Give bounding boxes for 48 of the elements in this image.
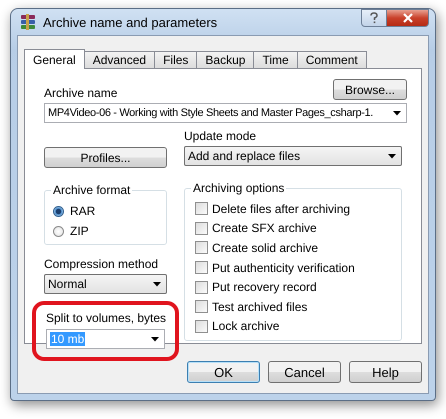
field-label: Archive name [44, 86, 118, 100]
checkbox[interactable] [195, 261, 208, 274]
checkbox[interactable] [195, 320, 208, 333]
compression-dropdown[interactable]: Normal [44, 274, 167, 294]
books-stack-icon [19, 13, 37, 31]
radio-option[interactable]: RAR [53, 201, 166, 221]
checkbox[interactable] [195, 300, 208, 314]
checkbox-option[interactable]: Delete files after archiving [195, 199, 401, 219]
checkbox-option[interactable]: Put recovery record [195, 277, 401, 297]
tab[interactable]: Time [253, 51, 298, 68]
close-icon [402, 13, 414, 23]
archive-name-combo[interactable]: MP4Video-06 - Working with Style Sheets and Master Pages_csharp-1. [44, 103, 407, 123]
checkbox[interactable] [195, 222, 208, 235]
group-title: Archiving options [191, 181, 286, 195]
dialog-button[interactable]: Help [349, 361, 422, 383]
checkbox[interactable] [195, 280, 208, 294]
tab[interactable]: General [24, 49, 85, 69]
tab[interactable]: Advanced [84, 51, 156, 68]
tab[interactable]: Backup [196, 51, 254, 68]
dropdown-arrow-icon [153, 282, 161, 286]
radio-button[interactable] [53, 206, 64, 216]
dialog-button[interactable]: Cancel [268, 361, 341, 383]
radio-option[interactable]: ZIP [53, 221, 166, 241]
checkbox-option[interactable]: Create SFX archive [195, 218, 401, 238]
profiles-button[interactable]: Profiles... [44, 147, 167, 168]
checkbox-option[interactable]: Lock archive [195, 316, 401, 336]
tab[interactable]: Comment [296, 51, 367, 68]
field-label: Update mode [184, 129, 258, 143]
checkbox[interactable] [195, 241, 208, 254]
checkbox-option[interactable]: Create solid archive [195, 238, 401, 258]
dialog-button[interactable]: OK [187, 361, 260, 383]
checkbox[interactable] [195, 202, 208, 216]
question-mark-icon [369, 12, 379, 24]
checkbox-option[interactable]: Put authenticity verification [195, 258, 401, 278]
update-mode-dropdown[interactable]: Add and replace files [184, 146, 402, 166]
group-title: Archive format [51, 183, 132, 197]
checkbox-option[interactable]: Test archived files [195, 296, 401, 317]
dropdown-arrow-icon [151, 336, 159, 342]
radio-button[interactable] [53, 226, 64, 236]
field-label: Split to volumes, bytes [46, 311, 165, 325]
dropdown-arrow-icon [393, 110, 401, 116]
help-button[interactable] [361, 9, 387, 27]
window-title: Archive name and parameters [43, 14, 218, 30]
browse-button[interactable]: Browse... [333, 79, 407, 100]
dropdown-arrow-icon [388, 154, 396, 158]
tab[interactable]: Files [154, 51, 198, 68]
field-label: Compression method [44, 257, 160, 271]
close-button[interactable] [387, 9, 429, 27]
